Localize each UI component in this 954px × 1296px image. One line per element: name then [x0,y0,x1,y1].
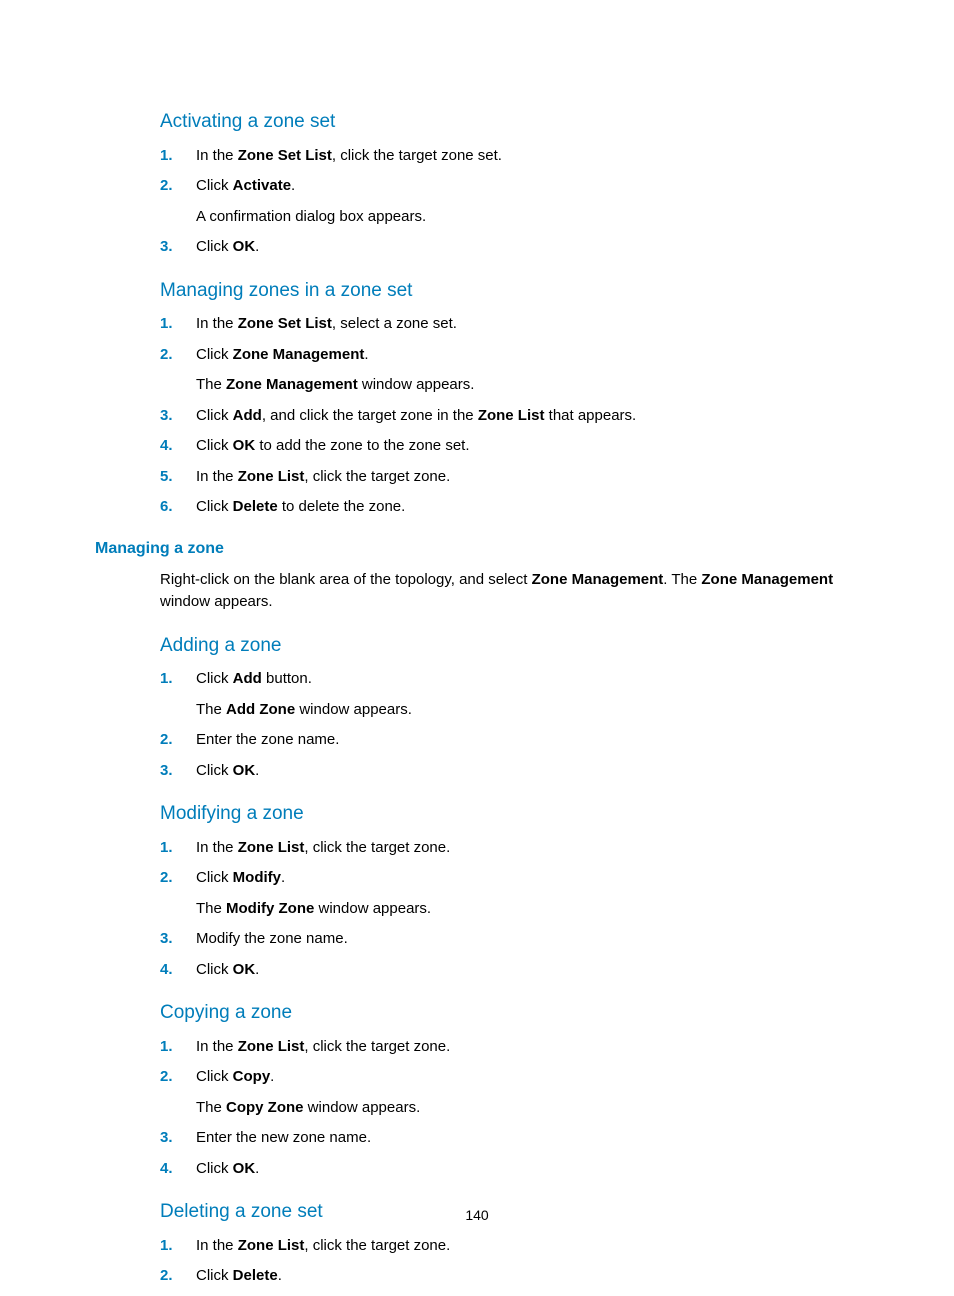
heading-activating-zone-set: Activating a zone set [160,108,859,137]
list-item: 4. Click OK. [160,959,859,982]
step-number: 3. [160,1127,196,1150]
step-number: 3. [160,928,196,951]
step-number: 1. [160,1235,196,1258]
step-number: 1. [160,145,196,168]
heading-copying-a-zone: Copying a zone [160,999,859,1028]
step-subtext: The Add Zone window appears. [196,699,859,722]
step-number: 2. [160,344,196,367]
heading-modifying-a-zone: Modifying a zone [160,800,859,829]
list-item: 2. Click Delete. [160,1265,859,1288]
steps-deleting-a-zone-set: 1. In the Zone List, click the target zo… [160,1235,859,1288]
heading-managing-zones-in-set: Managing zones in a zone set [160,277,859,306]
step-text-line: Click Copy. [196,1068,274,1085]
step-number: 1. [160,837,196,860]
step-number: 1. [160,1036,196,1059]
list-item: 3. Enter the new zone name. [160,1127,859,1150]
list-item: 1. Click Add button. The Add Zone window… [160,668,859,721]
step-text: Enter the new zone name. [196,1127,859,1150]
step-text: Click OK. [196,760,859,783]
step-text: Click Zone Management. The Zone Manageme… [196,344,859,397]
step-text: Click OK. [196,1158,859,1181]
step-number: 2. [160,729,196,752]
steps-copying-a-zone: 1. In the Zone List, click the target zo… [160,1036,859,1181]
page-number: 140 [0,1205,954,1226]
step-text: Click Modify. The Modify Zone window app… [196,867,859,920]
step-text: In the Zone List, click the target zone. [196,1036,859,1059]
heading-managing-a-zone: Managing a zone [95,537,859,561]
step-number: 3. [160,236,196,259]
step-number: 1. [160,668,196,691]
step-text: In the Zone Set List, select a zone set. [196,313,859,336]
step-text: Click OK. [196,959,859,982]
list-item: 2. Click Modify. The Modify Zone window … [160,867,859,920]
step-text: Modify the zone name. [196,928,859,951]
step-number: 4. [160,435,196,458]
step-text-line: Click Activate. [196,177,295,194]
step-number: 2. [160,867,196,890]
step-text-line: Click Zone Management. [196,346,369,363]
step-text: Click OK. [196,236,859,259]
list-item: 2. Enter the zone name. [160,729,859,752]
heading-adding-a-zone: Adding a zone [160,632,859,661]
content-area: Activating a zone set 1. In the Zone Set… [160,108,859,519]
steps-adding-a-zone: 1. Click Add button. The Add Zone window… [160,668,859,782]
step-subtext: The Copy Zone window appears. [196,1097,859,1120]
list-item: 3. Click Add, and click the target zone … [160,405,859,428]
list-item: 3. Click OK. [160,760,859,783]
steps-managing-zones-in-set: 1. In the Zone Set List, select a zone s… [160,313,859,519]
step-text: Click Activate. A confirmation dialog bo… [196,175,859,228]
list-item: 4. Click OK. [160,1158,859,1181]
step-text: Click Add button. The Add Zone window ap… [196,668,859,721]
step-text: Click Delete to delete the zone. [196,496,859,519]
list-item: 2. Click Zone Management. The Zone Manag… [160,344,859,397]
list-item: 1. In the Zone List, click the target zo… [160,1235,859,1258]
list-item: 1. In the Zone Set List, select a zone s… [160,313,859,336]
step-subtext: A confirmation dialog box appears. [196,206,859,229]
step-text: Click Delete. [196,1265,859,1288]
list-item: 1. In the Zone List, click the target zo… [160,837,859,860]
list-item: 3. Click OK. [160,236,859,259]
list-item: 2. Click Copy. The Copy Zone window appe… [160,1066,859,1119]
step-text: In the Zone Set List, click the target z… [196,145,859,168]
list-item: 3. Modify the zone name. [160,928,859,951]
content-area-2: Right-click on the blank area of the top… [160,569,859,1288]
step-number: 1. [160,313,196,336]
step-number: 3. [160,405,196,428]
step-number: 2. [160,1265,196,1288]
page: Activating a zone set 1. In the Zone Set… [0,0,954,1296]
step-number: 6. [160,496,196,519]
step-number: 2. [160,1066,196,1089]
step-text: Enter the zone name. [196,729,859,752]
step-number: 2. [160,175,196,198]
step-number: 5. [160,466,196,489]
step-text-line: Click Modify. [196,869,285,886]
step-text-line: Click Add button. [196,670,312,687]
steps-activating: 1. In the Zone Set List, click the targe… [160,145,859,259]
step-text: In the Zone List, click the target zone. [196,466,859,489]
step-text: In the Zone List, click the target zone. [196,1235,859,1258]
step-subtext: The Zone Management window appears. [196,374,859,397]
step-number: 3. [160,760,196,783]
step-number: 4. [160,959,196,982]
list-item: 1. In the Zone Set List, click the targe… [160,145,859,168]
list-item: 4. Click OK to add the zone to the zone … [160,435,859,458]
step-text: Click Copy. The Copy Zone window appears… [196,1066,859,1119]
list-item: 6. Click Delete to delete the zone. [160,496,859,519]
step-subtext: The Modify Zone window appears. [196,898,859,921]
list-item: 5. In the Zone List, click the target zo… [160,466,859,489]
step-text: In the Zone List, click the target zone. [196,837,859,860]
list-item: 2. Click Activate. A confirmation dialog… [160,175,859,228]
steps-modifying-a-zone: 1. In the Zone List, click the target zo… [160,837,859,982]
step-text: Click OK to add the zone to the zone set… [196,435,859,458]
paragraph-managing-a-zone: Right-click on the blank area of the top… [160,569,859,614]
step-number: 4. [160,1158,196,1181]
list-item: 1. In the Zone List, click the target zo… [160,1036,859,1059]
step-text: Click Add, and click the target zone in … [196,405,859,428]
